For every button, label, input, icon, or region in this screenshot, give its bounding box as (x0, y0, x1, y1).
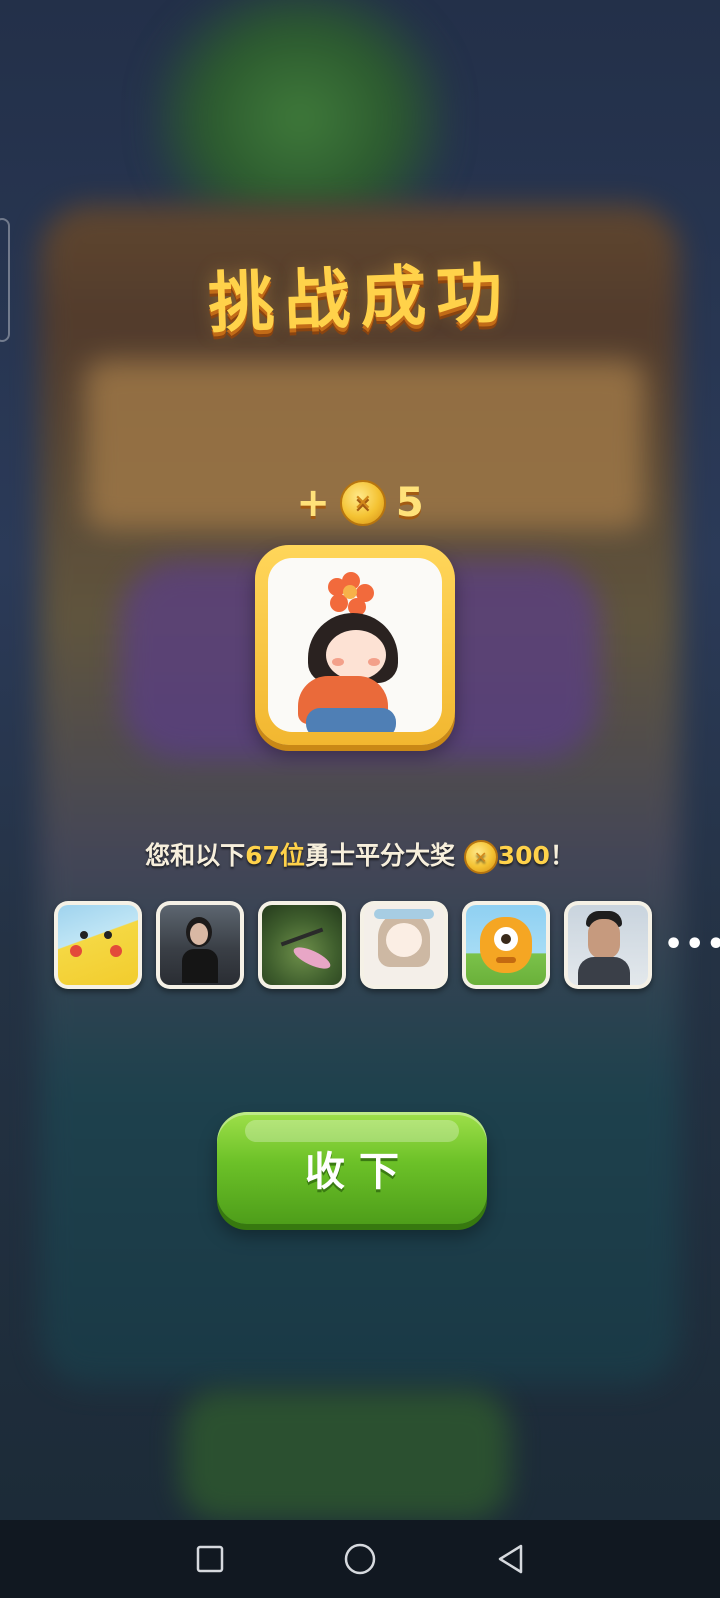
participant-avatar[interactable] (258, 901, 346, 989)
reward-amount: 5 (395, 480, 424, 526)
dragonfly-avatar (262, 905, 342, 985)
home-button[interactable] (335, 1534, 385, 1584)
flower-decoration (328, 572, 374, 618)
background-tree (150, 0, 450, 210)
participant-avatar[interactable] (564, 901, 652, 989)
challenge-success-screen: 挑战成功 + ✕ 5 您和以下67位勇士平分大奖 ✕ 300！ •• 收下 (0, 0, 720, 1598)
participant-avatar-list (54, 901, 652, 989)
participant-avatar[interactable] (156, 901, 244, 989)
orange-monster-avatar (466, 905, 546, 985)
player-avatar (255, 545, 455, 745)
accept-reward-button[interactable]: 收下 (217, 1112, 487, 1224)
anime-girl-avatar (364, 905, 444, 985)
participant-avatar[interactable] (54, 901, 142, 989)
more-participants-indicator[interactable]: ••• (664, 930, 720, 960)
reward-plus: + (296, 480, 330, 526)
prize-share-text: 您和以下67位勇士平分大奖 ✕ 300！ (0, 836, 720, 874)
participant-count: 67位 (245, 841, 305, 870)
participant-avatar[interactable] (360, 901, 448, 989)
man-photo-avatar (568, 905, 648, 985)
woman-photo-avatar (160, 905, 240, 985)
player-avatar-image (268, 558, 442, 732)
recents-button[interactable] (185, 1534, 235, 1584)
pikachu-avatar (58, 905, 138, 985)
background-foot (180, 1390, 510, 1520)
square-icon (196, 1545, 224, 1573)
back-button[interactable] (485, 1534, 535, 1584)
coin-reward: + ✕ 5 (0, 480, 720, 526)
participant-avatar[interactable] (462, 901, 550, 989)
circle-icon (344, 1543, 376, 1575)
system-navigation-bar (0, 1520, 720, 1598)
prize-amount: 300 (497, 841, 550, 870)
triangle-back-icon (498, 1544, 523, 1574)
coin-icon: ✕ (463, 840, 498, 874)
coin-icon: ✕ (339, 480, 386, 526)
